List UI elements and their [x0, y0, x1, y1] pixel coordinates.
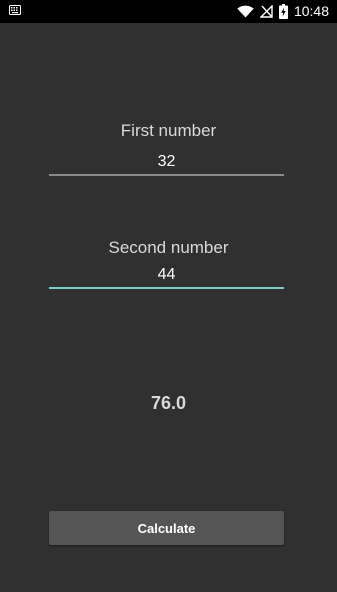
clock: 10:48 [293, 3, 329, 19]
wifi-icon [237, 5, 254, 18]
result-text: 76.0 [150, 393, 187, 413]
status-bar: 10:48 [0, 0, 337, 23]
first-number-label: First number [120, 121, 217, 140]
main-content: First number Second number 76.0 Calculat… [0, 23, 337, 592]
second-number-label: Second number [108, 238, 229, 257]
no-signal-icon [259, 5, 273, 18]
status-icons: 10:48 [237, 2, 329, 21]
calculate-button[interactable]: Calculate [49, 511, 284, 545]
second-number-input[interactable] [49, 263, 284, 289]
keyboard-icon [9, 5, 21, 15]
battery-charging-icon [278, 4, 288, 19]
first-number-input[interactable] [49, 150, 284, 176]
